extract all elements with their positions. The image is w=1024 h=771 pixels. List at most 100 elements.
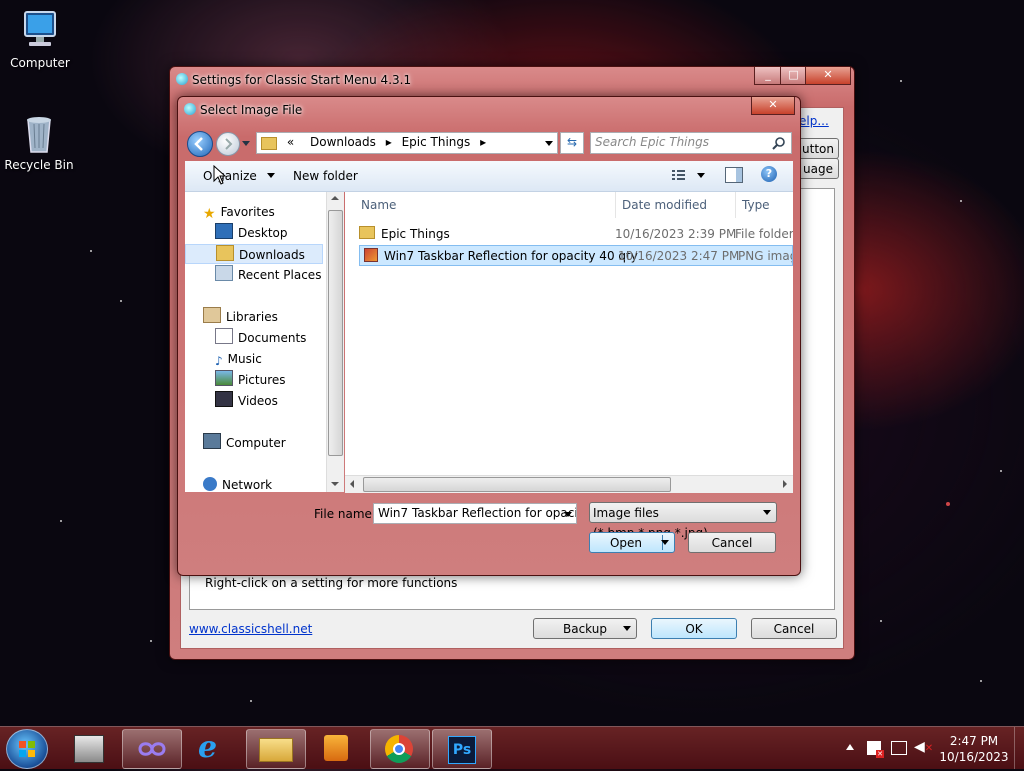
nav-documents[interactable]: Documents [215, 328, 306, 348]
preview-pane-button[interactable] [725, 167, 743, 183]
taskbar-photoshop[interactable]: Ps [432, 729, 492, 769]
show-hidden-icons-button[interactable] [846, 744, 854, 750]
taskbar-classic-shell[interactable] [122, 729, 182, 769]
settings-hidden-button[interactable]: utton [797, 138, 839, 159]
select-image-dialog: Select Image File ✕ « Downloads ▸ Epic T… [177, 96, 801, 576]
minimize-button[interactable]: _ [754, 67, 782, 85]
taskbar-classic-shell-settings[interactable] [60, 729, 118, 767]
file-type: File folder [735, 227, 793, 241]
column-header-name[interactable]: Name [361, 192, 611, 218]
classic-shell-settings-icon [74, 735, 104, 763]
folder-icon [359, 226, 375, 239]
nav-recent-places[interactable]: Recent Places [215, 265, 321, 285]
file-row[interactable]: Epic Things 10/16/2023 2:39 PMFile folder [359, 224, 793, 245]
settings-window-title: Settings for Classic Start Menu 4.3.1 [192, 73, 412, 87]
settings-hint: Right-click on a setting for more functi… [205, 576, 458, 590]
file-list: Name Date modified Type Epic Things 10/16… [345, 192, 793, 475]
nav-favorites[interactable]: ★ Favorites [203, 202, 275, 222]
desktop-icon-recycle-bin[interactable]: Recycle Bin [1, 110, 77, 172]
chevron-down-icon [266, 173, 275, 178]
hscroll-thumb[interactable] [363, 477, 671, 492]
action-center-icon[interactable]: ✕ [867, 741, 884, 758]
column-header-date[interactable]: Date modified [615, 192, 738, 218]
backup-button[interactable]: Backup [533, 618, 637, 639]
website-link[interactable]: www.classicshell.net [189, 622, 312, 636]
file-type: PNG imag [738, 249, 793, 263]
chevron-down-icon [623, 626, 631, 631]
recycle-bin-icon [16, 110, 62, 156]
desktop-icon-label: Computer [10, 56, 70, 70]
nav-videos[interactable]: Videos [215, 391, 278, 411]
volume-muted-icon[interactable]: ◀✕ [914, 739, 933, 755]
clock[interactable]: 2:47 PM 10/16/2023 [938, 733, 1010, 765]
recent-pages-dropdown[interactable] [242, 141, 250, 146]
pictures-icon [215, 370, 233, 386]
scroll-right-icon[interactable] [783, 480, 787, 488]
image-file-icon [364, 248, 378, 262]
nav-computer[interactable]: Computer [203, 433, 286, 453]
nav-label: Documents [238, 331, 307, 345]
nav-label: Network [222, 478, 273, 492]
scroll-up-icon[interactable] [331, 196, 339, 200]
scroll-thumb[interactable] [328, 210, 343, 456]
help-link[interactable]: elp... [799, 114, 829, 128]
arrow-left-icon [194, 137, 203, 151]
nav-downloads[interactable]: Downloads [185, 244, 323, 264]
help-icon: ? [765, 167, 773, 180]
address-bar[interactable]: « Downloads ▸ Epic Things ▸ [256, 132, 558, 154]
view-list-icon [672, 170, 685, 180]
file-type-filter[interactable]: Image files (*.bmp,*.png,*.jpg) [589, 502, 777, 540]
back-button[interactable] [187, 131, 213, 157]
filename-input[interactable]: Win7 Taskbar Reflection for opacit [373, 503, 577, 524]
desktop-icon-computer[interactable]: Computer [2, 8, 78, 70]
dialog-close-button[interactable]: ✕ [751, 97, 795, 115]
dialog-cancel-button[interactable]: Cancel [688, 532, 776, 553]
scroll-left-icon[interactable] [350, 480, 354, 488]
new-folder-button[interactable]: New folder [293, 169, 358, 183]
taskbar-chrome[interactable] [370, 729, 430, 769]
nav-libraries[interactable]: Libraries [203, 307, 278, 327]
refresh-button[interactable]: ⇆ [560, 132, 584, 154]
show-desktop-button[interactable] [1014, 727, 1024, 769]
navigation-scrollbar[interactable] [326, 192, 344, 492]
help-button[interactable]: ? [761, 166, 777, 182]
ok-button[interactable]: OK [651, 618, 737, 639]
scroll-down-icon[interactable] [331, 482, 339, 486]
chevron-down-icon[interactable] [661, 540, 669, 545]
breadcrumb-overflow[interactable]: « [287, 135, 294, 149]
breadcrumb-epic-things[interactable]: Epic Things [402, 135, 471, 149]
nav-label: Libraries [226, 310, 278, 324]
taskbar-media-player[interactable] [308, 729, 366, 767]
downloads-folder-icon [216, 245, 234, 261]
file-row-selected[interactable]: Win7 Taskbar Reflection for opacity 40 q… [359, 245, 793, 266]
internet-explorer-icon: e [198, 730, 218, 765]
nav-pictures[interactable]: Pictures [215, 370, 286, 390]
start-button[interactable] [6, 729, 48, 769]
network-tray-icon[interactable] [891, 741, 907, 755]
close-button[interactable]: ✕ [805, 67, 851, 85]
settings-hidden-tab[interactable]: uage [797, 158, 839, 179]
cancel-button[interactable]: Cancel [751, 618, 837, 639]
nav-network[interactable]: Network [203, 475, 272, 495]
taskbar-explorer[interactable] [246, 729, 306, 769]
folder-icon [261, 137, 277, 150]
clock-date: 10/16/2023 [939, 750, 1009, 764]
open-button[interactable]: Open [589, 532, 675, 553]
nav-music[interactable]: ♪ Music [215, 349, 262, 369]
view-options-button[interactable] [671, 168, 707, 184]
breadcrumb-downloads[interactable]: Downloads [310, 135, 376, 149]
taskbar-internet-explorer[interactable]: e [184, 729, 242, 767]
address-dropdown[interactable] [545, 141, 553, 146]
maximize-button[interactable]: □ [780, 67, 807, 85]
search-input[interactable]: Search Epic Things [590, 132, 792, 154]
desktop-icon [215, 223, 233, 239]
nav-desktop[interactable]: Desktop [215, 223, 288, 243]
nav-label: Computer [226, 436, 286, 450]
navigation-pane: ★ Favorites Desktop Downloads Recent Plac… [185, 192, 344, 492]
nav-label: Pictures [238, 373, 286, 387]
arrow-right-icon [225, 138, 233, 150]
file-list-hscrollbar[interactable] [345, 475, 793, 493]
forward-button[interactable] [216, 132, 240, 156]
column-header-type[interactable]: Type [735, 192, 798, 218]
computer-icon [17, 8, 63, 54]
